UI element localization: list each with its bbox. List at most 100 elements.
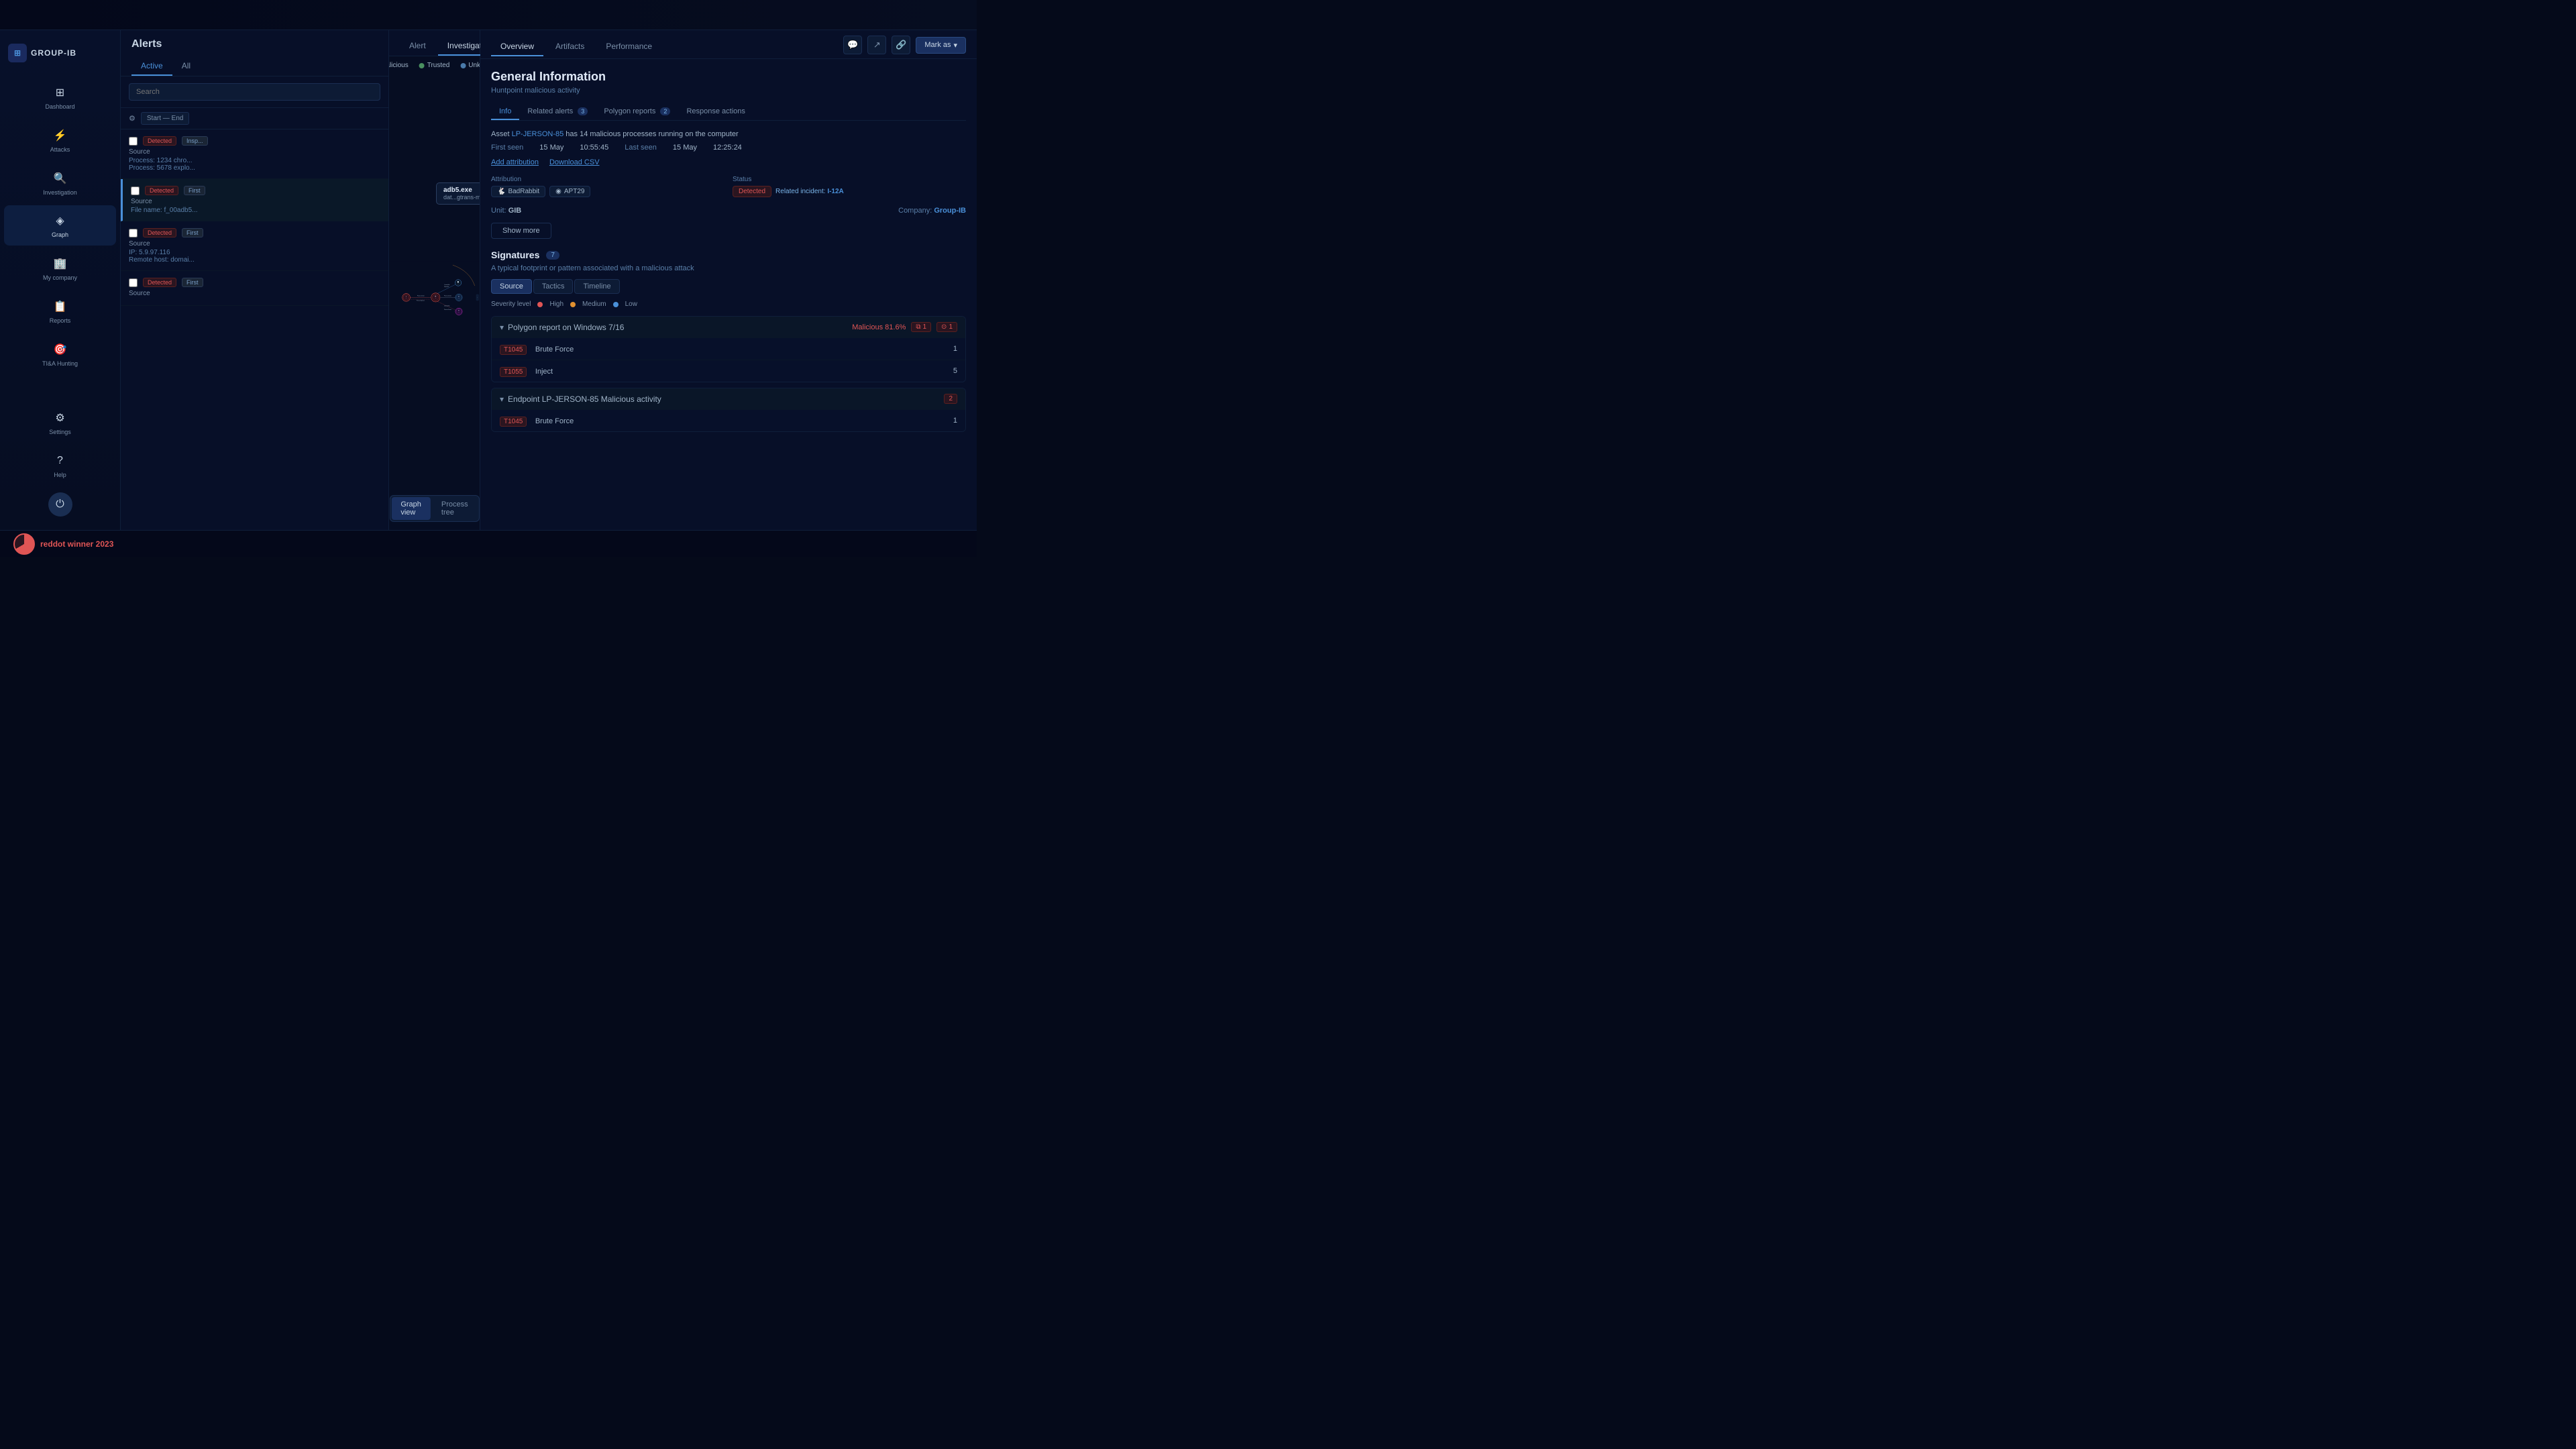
date-filter-button[interactable]: Start — End <box>141 112 189 125</box>
tactic-left: T1045 Brute Force <box>500 343 574 355</box>
investigation-header: Alert Investigation MITRE <box>389 30 480 56</box>
status-badge: Detected <box>143 136 176 146</box>
tab-overview[interactable]: Overview <box>491 38 543 56</box>
apt29-icon: ◉ <box>555 188 561 195</box>
tactic-count: 1 <box>953 417 957 425</box>
alert-list: Detected Insp... Source Process: 1234 ch… <box>121 129 388 530</box>
sidebar-item-label: Investigation <box>43 189 77 197</box>
polygon-title-1: ▾ Polygon report on Windows 7/16 <box>500 323 624 332</box>
sidebar-item-settings[interactable]: ⚙ Settings <box>4 402 116 443</box>
section-subtitle: Huntpoint malicious activity <box>491 87 966 95</box>
reddot-circle-icon <box>13 533 35 555</box>
graph-view-button[interactable]: Graph view <box>391 497 431 520</box>
polygon-section-1-header[interactable]: ▾ Polygon report on Windows 7/16 Malicio… <box>492 317 965 337</box>
sidebar-item-attacks[interactable]: ⚡ Attacks <box>4 120 116 160</box>
severity-medium-dot <box>570 302 576 307</box>
tactic-id: T1045 <box>500 345 527 355</box>
add-attribution-link[interactable]: Add attribution <box>491 158 539 166</box>
asset-info: Asset LP-JERSON-85 has 14 malicious proc… <box>491 130 966 138</box>
investigation-panel: Alert Investigation MITRE Malicious Trus… <box>389 30 480 530</box>
tab-info[interactable]: Info <box>491 104 519 120</box>
mark-as-button[interactable]: Mark as ▾ <box>916 37 966 54</box>
alert-checkbox[interactable] <box>131 186 140 195</box>
chevron-down-icon: ▾ <box>953 41 957 50</box>
power-icon[interactable]: ⏻ <box>48 492 72 517</box>
polygon-section-2: ▾ Endpoint LP-JERSON-85 Malicious activi… <box>491 388 966 432</box>
sig-tab-source[interactable]: Source <box>491 279 532 294</box>
chevron-down-icon: ▾ <box>500 394 504 404</box>
alert-checkbox[interactable] <box>129 278 138 287</box>
list-item[interactable]: Detected First Source <box>121 271 388 306</box>
tab-related-alerts[interactable]: Related alerts 3 <box>519 104 596 120</box>
sidebar-item-graph[interactable]: ◈ Graph <box>4 205 116 246</box>
search-input[interactable] <box>129 83 380 101</box>
alert-item-header: Detected First <box>129 278 380 287</box>
reddot-logo: reddot winner 2023 <box>13 533 113 555</box>
tab-polygon-reports[interactable]: Polygon reports 2 <box>596 104 678 120</box>
tab-response-actions[interactable]: Response actions <box>678 104 753 120</box>
tactic-row[interactable]: T1045 Brute Force 1 <box>492 409 965 431</box>
tactic-row[interactable]: T1055 Inject 5 <box>492 360 965 382</box>
sidebar-item-reports[interactable]: 📋 Reports <box>4 291 116 331</box>
sidebar-item-label: My company <box>43 274 77 282</box>
bottom-bar: reddot winner 2023 <box>0 530 977 557</box>
sidebar-item-help[interactable]: ? Help <box>4 445 116 486</box>
signature-tabs: Source Tactics Timeline <box>491 279 966 294</box>
sig-tab-timeline[interactable]: Timeline <box>574 279 619 294</box>
alert-checkbox[interactable] <box>129 137 138 146</box>
alert-checkbox[interactable] <box>129 229 138 237</box>
mark-as-label: Mark as <box>924 41 951 49</box>
chat-icon[interactable]: 💬 <box>843 36 862 54</box>
download-csv-link[interactable]: Download CSV <box>549 158 600 166</box>
search-bar <box>121 76 388 108</box>
tactic-count: 1 <box>953 345 957 353</box>
reports-icon: 📋 <box>52 298 69 315</box>
severity-high-label: High <box>549 301 564 308</box>
link-icon[interactable]: 🔗 <box>892 36 910 54</box>
legend-trusted: Trusted <box>419 62 450 69</box>
tab-artifacts[interactable]: Artifacts <box>546 38 594 56</box>
sig-tab-tactics[interactable]: Tactics <box>533 279 574 294</box>
list-item[interactable]: Detected First Source IP: 5.9.97.116 Rem… <box>121 221 388 271</box>
tab-active[interactable]: Active <box>131 57 172 76</box>
section-title: General Information <box>491 70 966 84</box>
sidebar-item-my-company[interactable]: 🏢 My company <box>4 248 116 288</box>
share-icon[interactable]: ↗ <box>867 36 886 54</box>
sidebar-item-label: TI&A Hunting <box>42 360 78 368</box>
severity-low-dot <box>613 302 619 307</box>
alert-item-header: Detected Insp... <box>129 136 380 146</box>
tab-alert[interactable]: Alert <box>400 37 435 56</box>
time-row: First seen 15 May 10:55:45 Last seen 15 … <box>491 144 966 152</box>
polygon-section-1: ▾ Polygon report on Windows 7/16 Malicio… <box>491 316 966 382</box>
sidebar-item-dashboard[interactable]: ⊞ Dashboard <box>4 77 116 117</box>
tab-performance[interactable]: Performance <box>596 38 661 56</box>
show-more-button[interactable]: Show more <box>491 223 551 239</box>
list-item[interactable]: Detected Insp... Source Process: 1234 ch… <box>121 129 388 179</box>
detail-grid: Attribution 🐇 BadRabbit ◉ APT29 <box>491 176 966 197</box>
alert-process-2: Process: 5678 explo... <box>129 164 380 172</box>
alert-host: Remote host: domai... <box>129 256 380 264</box>
sidebar-item-ti-hunting[interactable]: 🎯 TI&A Hunting <box>4 334 116 374</box>
legend-bar: Malicious Trusted Unknown <box>389 62 480 69</box>
tab-all[interactable]: All <box>172 57 200 76</box>
graph-icon: ◈ <box>52 212 69 229</box>
sidebar-item-investigation[interactable]: 🔍 Investigation <box>4 163 116 203</box>
alert-source-label: Source <box>129 240 380 248</box>
attribution-block: Attribution 🐇 BadRabbit ◉ APT29 <box>491 176 724 197</box>
list-item[interactable]: Detected First Source File name: f_00adb… <box>121 179 388 221</box>
sidebar: ⊞ GROUP-IB ⊞ Dashboard ⚡ Attacks 🔍 Inves… <box>0 30 121 530</box>
tactic-id: T1045 <box>500 417 527 427</box>
status-badge: Detected <box>145 186 178 195</box>
asset-text: Asset <box>491 130 510 138</box>
polygon-count-2: ⊙ 1 <box>936 322 957 332</box>
info-actions: 💬 ↗ 🔗 Mark as ▾ <box>843 36 966 58</box>
asset-link[interactable]: LP-JERSON-85 <box>512 130 564 138</box>
graph-area: Malicious Trusted Unknown <box>389 56 480 530</box>
alert-source-label: Source <box>129 148 380 156</box>
tactic-row[interactable]: T1045 Brute Force 1 <box>492 337 965 360</box>
malicious-pct: Malicious 81.6% <box>852 323 906 331</box>
polygon-body-2: T1045 Brute Force 1 <box>492 409 965 431</box>
polygon-section-2-header[interactable]: ▾ Endpoint LP-JERSON-85 Malicious activi… <box>492 388 965 409</box>
process-tree-button[interactable]: Process tree <box>432 497 478 520</box>
badrabbit-icon: 🐇 <box>497 188 505 195</box>
